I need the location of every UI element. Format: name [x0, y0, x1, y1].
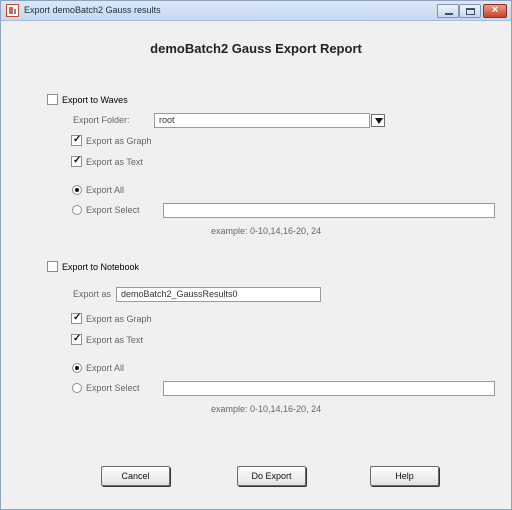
export-to-notebook-label: Export to Notebook [62, 262, 140, 272]
export-to-waves-label: Export to Waves [62, 95, 128, 105]
waves-export-select-input[interactable] [163, 203, 495, 218]
waves-export-graph-checkbox[interactable]: ✓ [71, 134, 82, 146]
export-folder-label: Export Folder: [73, 115, 130, 125]
folder-dropdown-button[interactable] [371, 114, 385, 127]
notebook-export-graph-checkbox[interactable]: ✓ [71, 312, 82, 324]
dialog-body: demoBatch2 Gauss Export Report Export to… [9, 23, 503, 503]
notebook-export-all-radio[interactable] [72, 363, 82, 373]
close-button[interactable]: × [483, 4, 507, 18]
app-icon [6, 4, 19, 17]
title-bar[interactable]: Export demoBatch2 Gauss results × [1, 1, 511, 21]
notebook-export-text-checkbox[interactable]: ✓ [71, 333, 82, 345]
waves-export-select-radio[interactable] [72, 205, 82, 215]
export-dialog-window: Export demoBatch2 Gauss results × demoBa… [0, 0, 512, 510]
close-icon: × [491, 4, 499, 16]
waves-export-text-label: Export as Text [86, 157, 143, 167]
notebook-export-text-label: Export as Text [86, 335, 143, 345]
report-title: demoBatch2 Gauss Export Report [150, 41, 362, 56]
minimize-icon [445, 13, 453, 15]
waves-example-text: example: 0-10,14,16-20, 24 [211, 226, 322, 236]
waves-export-select-label: Export Select [86, 205, 140, 215]
export-folder-field[interactable]: root [154, 113, 370, 128]
minimize-button[interactable] [437, 4, 459, 18]
cancel-button[interactable]: Cancel [101, 466, 170, 486]
waves-export-all-radio[interactable] [72, 185, 82, 195]
waves-export-graph-label: Export as Graph [86, 136, 152, 146]
help-button[interactable]: Help [370, 466, 439, 486]
waves-export-all-label: Export All [86, 185, 125, 195]
do-export-button[interactable]: Do Export [237, 466, 306, 486]
export-as-label: Export as [73, 289, 112, 299]
export-as-field[interactable]: demoBatch2_GaussResults0 [116, 287, 321, 302]
maximize-button[interactable] [459, 4, 481, 18]
notebook-export-all-label: Export All [86, 363, 125, 373]
notebook-export-graph-label: Export as Graph [86, 314, 152, 324]
notebook-export-select-input[interactable] [163, 381, 495, 396]
notebook-export-select-radio[interactable] [72, 383, 82, 393]
export-to-notebook-checkbox[interactable] [47, 261, 58, 272]
maximize-icon [466, 8, 475, 15]
waves-export-text-checkbox[interactable]: ✓ [71, 155, 82, 167]
window-title: Export demoBatch2 Gauss results [24, 5, 161, 15]
notebook-example-text: example: 0-10,14,16-20, 24 [211, 404, 322, 414]
export-to-waves-checkbox[interactable] [47, 94, 58, 105]
notebook-export-select-label: Export Select [86, 383, 140, 393]
